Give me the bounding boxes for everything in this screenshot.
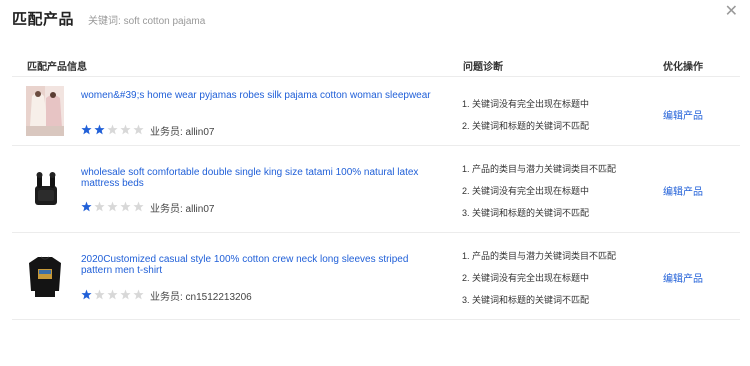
close-icon[interactable]: ✕ bbox=[725, 4, 738, 20]
table-row: 2020Customized casual style 100% cotton … bbox=[12, 233, 740, 319]
diagnosis-list: 1. 关键词没有完全出现在标题中 2. 关键词和标题的关键词不匹配 bbox=[462, 97, 589, 141]
dialog-header: 匹配产品 关键词: soft cotton pajama bbox=[12, 8, 205, 29]
product-title-link[interactable]: women&#39;s home wear pyjamas robes silk… bbox=[81, 90, 441, 101]
diagnosis-item: 2. 关键词没有完全出现在标题中 bbox=[462, 273, 590, 283]
diagnosis-item: 2. 关键词和标题的关键词不匹配 bbox=[462, 121, 590, 131]
column-header-actions: 优化操作 bbox=[663, 62, 703, 73]
seller-label: 业务员: allin07 bbox=[150, 204, 215, 215]
column-header-info: 匹配产品信息 bbox=[27, 62, 87, 73]
column-header-diagnosis: 问题诊断 bbox=[463, 62, 503, 73]
star-empty-icon bbox=[107, 124, 118, 135]
star-rating bbox=[81, 289, 146, 300]
star-empty-icon bbox=[107, 289, 118, 300]
seller-label: 业务员: allin07 bbox=[150, 127, 215, 138]
star-empty-icon bbox=[133, 124, 144, 135]
table-row: women&#39;s home wear pyjamas robes silk… bbox=[12, 77, 740, 145]
star-filled-icon bbox=[81, 201, 92, 212]
star-empty-icon bbox=[94, 289, 105, 300]
diagnosis-item: 2. 关键词没有完全出现在标题中 bbox=[462, 186, 590, 196]
star-filled-icon bbox=[94, 124, 105, 135]
star-filled-icon bbox=[81, 124, 92, 135]
star-empty-icon bbox=[120, 201, 131, 212]
edit-product-button[interactable]: 编辑产品 bbox=[663, 270, 703, 285]
seller-label: 业务员: cn1512213206 bbox=[150, 292, 252, 303]
star-empty-icon bbox=[133, 289, 144, 300]
table-header: 匹配产品信息 问题诊断 优化操作 bbox=[27, 58, 727, 73]
edit-product-button[interactable]: 编辑产品 bbox=[663, 107, 703, 122]
product-title-link[interactable]: 2020Customized casual style 100% cotton … bbox=[81, 254, 441, 276]
star-empty-icon bbox=[107, 201, 118, 212]
star-rating bbox=[81, 124, 146, 135]
diagnosis-list: 1. 产品的类目与潜力关键词类目不匹配 2. 关键词没有完全出现在标题中 3. … bbox=[462, 249, 616, 315]
pajama-photo-icon bbox=[26, 86, 64, 136]
dialog-title: 匹配产品 bbox=[12, 11, 75, 28]
earbuds-photo-icon bbox=[26, 164, 64, 214]
star-filled-icon bbox=[81, 289, 92, 300]
table-row: wholesale soft comfortable double single… bbox=[12, 146, 740, 232]
keyword-label: 关键词: soft cotton pajama bbox=[88, 16, 206, 27]
diagnosis-item: 3. 关键词和标题的关键词不匹配 bbox=[462, 208, 590, 218]
star-empty-icon bbox=[120, 124, 131, 135]
diagnosis-list: 1. 产品的类目与潜力关键词类目不匹配 2. 关键词没有完全出现在标题中 3. … bbox=[462, 162, 616, 228]
star-empty-icon bbox=[120, 289, 131, 300]
edit-product-button[interactable]: 编辑产品 bbox=[663, 183, 703, 198]
diagnosis-item: 1. 产品的类目与潜力关键词类目不匹配 bbox=[462, 164, 617, 174]
diagnosis-item: 3. 关键词和标题的关键词不匹配 bbox=[462, 295, 590, 305]
star-rating bbox=[81, 201, 146, 212]
diagnosis-item: 1. 产品的类目与潜力关键词类目不匹配 bbox=[462, 251, 617, 261]
star-empty-icon bbox=[94, 201, 105, 212]
product-title-link[interactable]: wholesale soft comfortable double single… bbox=[81, 167, 441, 189]
diagnosis-item: 1. 关键词没有完全出现在标题中 bbox=[462, 99, 590, 109]
star-empty-icon bbox=[133, 201, 144, 212]
tshirt-photo-icon bbox=[26, 251, 64, 301]
divider bbox=[12, 319, 740, 320]
